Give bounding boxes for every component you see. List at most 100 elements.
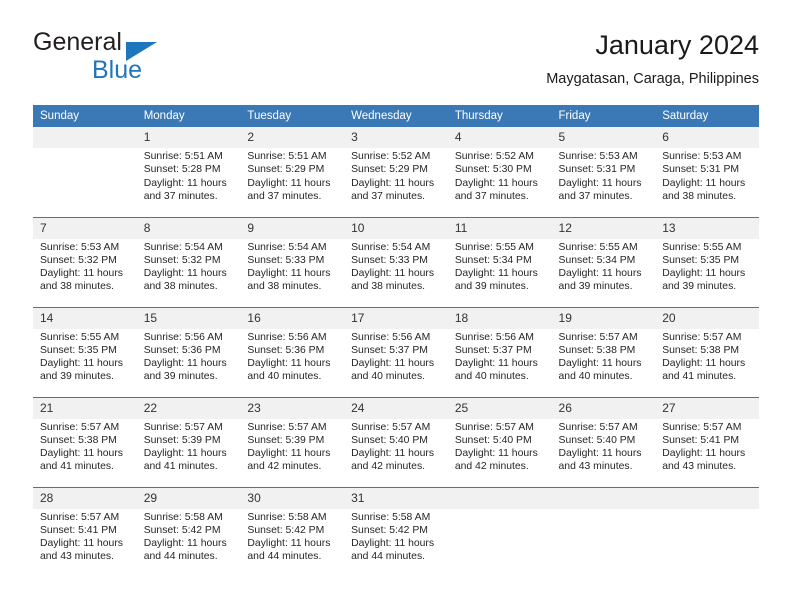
page-subtitle: Maygatasan, Caraga, Philippines (546, 71, 759, 87)
calendar-day-cell[interactable]: 11 Sunrise: 5:55 AM Sunset: 5:34 PM Dayligh… (447, 216, 552, 307)
day-number: 22 (136, 397, 241, 419)
calendar-body: 1 Sunrise: 5:51 AM Sunset: 5:28 PM Daylight… (33, 127, 759, 577)
calendar-day-cell[interactable]: 22 Sunrise: 5:57 AM Sunset: 5:39 PM Dayligh… (136, 396, 241, 487)
sunrise-text: Sunrise: 5:57 AM (247, 421, 327, 433)
calendar-day-cell[interactable]: 24 Sunrise: 5:57 AM Sunset: 5:40 PM Dayligh… (344, 396, 448, 487)
day-details: Sunrise: 5:54 AM Sunset: 5:33 PM Daylight:… (240, 239, 344, 294)
calendar-table: Sunday Monday Tuesday Wednesday Thursday… (33, 105, 759, 577)
calendar-day-cell[interactable]: 7 Sunrise: 5:53 AM Sunset: 5:32 PM Daylight… (33, 216, 137, 307)
calendar-day-cell[interactable]: 20 Sunrise: 5:57 AM Sunset: 5:38 PM Dayligh… (655, 306, 759, 397)
daylight-text: Daylight: 11 hours and 44 minutes. (143, 538, 227, 563)
calendar-day-cell-empty (551, 486, 656, 577)
calendar-day-cell[interactable]: 13 Sunrise: 5:55 AM Sunset: 5:35 PM Dayligh… (655, 216, 759, 307)
sunrise-text: Sunrise: 5:55 AM (662, 241, 742, 253)
calendar-day-cell[interactable]: 31 Sunrise: 5:58 AM Sunset: 5:42 PM Dayligh… (344, 486, 448, 577)
day-number: 17 (344, 307, 448, 329)
calendar-day-cell[interactable]: 19 Sunrise: 5:57 AM Sunset: 5:38 PM Dayligh… (551, 306, 656, 397)
sunset-text: Sunset: 5:34 PM (558, 254, 636, 266)
day-details: Sunrise: 5:53 AM Sunset: 5:31 PM Daylight:… (552, 148, 656, 203)
sunset-text: Sunset: 5:33 PM (351, 254, 428, 266)
day-number (551, 487, 656, 509)
weekday-header-tuesday: Tuesday (240, 105, 345, 127)
day-number: 19 (551, 307, 656, 329)
day-details: Sunrise: 5:58 AM Sunset: 5:42 PM Daylight:… (137, 509, 241, 564)
calendar-day-cell[interactable]: 9 Sunrise: 5:54 AM Sunset: 5:33 PM Daylight… (240, 216, 345, 307)
sunset-text: Sunset: 5:34 PM (454, 254, 532, 266)
calendar-day-cell[interactable]: 6 Sunrise: 5:53 AM Sunset: 5:31 PM Daylight… (655, 127, 759, 217)
day-details: Sunrise: 5:55 AM Sunset: 5:35 PM Daylight:… (655, 239, 759, 294)
day-details: Sunrise: 5:53 AM Sunset: 5:31 PM Daylight:… (655, 148, 759, 203)
page-header: General Blue January 2024 Maygatasan, Ca… (33, 28, 759, 98)
sunrise-text: Sunrise: 5:52 AM (454, 151, 534, 162)
weekday-header-sunday: Sunday (33, 105, 137, 127)
day-details: Sunrise: 5:57 AM Sunset: 5:40 PM Daylight:… (448, 419, 552, 474)
sunrise-text: Sunrise: 5:57 AM (143, 421, 223, 433)
calendar-day-cell[interactable]: 4 Sunrise: 5:52 AM Sunset: 5:30 PM Daylight… (447, 127, 552, 217)
calendar-day-cell[interactable]: 25 Sunrise: 5:57 AM Sunset: 5:40 PM Dayligh… (447, 396, 552, 487)
calendar-day-cell[interactable]: 23 Sunrise: 5:57 AM Sunset: 5:39 PM Dayligh… (240, 396, 345, 487)
day-details: Sunrise: 5:57 AM Sunset: 5:39 PM Daylight:… (240, 419, 344, 474)
day-number: 5 (551, 127, 656, 148)
daylight-text: Daylight: 11 hours and 40 minutes. (351, 358, 435, 383)
calendar-day-cell[interactable]: 29 Sunrise: 5:58 AM Sunset: 5:42 PM Dayligh… (136, 486, 241, 577)
day-number: 3 (344, 127, 448, 148)
day-number: 29 (136, 487, 241, 509)
sunrise-text: Sunrise: 5:52 AM (351, 151, 431, 162)
sunset-text: Sunset: 5:35 PM (40, 344, 117, 356)
sunset-text: Sunset: 5:36 PM (247, 344, 325, 356)
sunset-text: Sunset: 5:42 PM (143, 524, 221, 536)
day-number: 31 (344, 487, 448, 509)
day-number: 16 (240, 307, 345, 329)
daylight-text: Daylight: 11 hours and 41 minutes. (143, 448, 227, 473)
calendar-day-cell[interactable]: 5 Sunrise: 5:53 AM Sunset: 5:31 PM Daylight… (551, 127, 656, 217)
sunrise-text: Sunrise: 5:51 AM (247, 151, 327, 162)
day-details: Sunrise: 5:57 AM Sunset: 5:41 PM Daylight:… (655, 419, 759, 474)
calendar-day-cell[interactable]: 14 Sunrise: 5:55 AM Sunset: 5:35 PM Dayligh… (33, 306, 137, 397)
calendar-day-cell[interactable]: 26 Sunrise: 5:57 AM Sunset: 5:40 PM Dayligh… (551, 396, 656, 487)
day-number: 24 (344, 397, 448, 419)
sunrise-text: Sunrise: 5:57 AM (40, 421, 120, 433)
calendar-day-cell[interactable]: 30 Sunrise: 5:58 AM Sunset: 5:42 PM Dayligh… (240, 486, 345, 577)
day-details: Sunrise: 5:55 AM Sunset: 5:35 PM Daylight:… (33, 329, 137, 384)
daylight-text: Daylight: 11 hours and 38 minutes. (143, 268, 227, 293)
daylight-text: Daylight: 11 hours and 41 minutes. (662, 358, 746, 383)
daylight-text: Daylight: 11 hours and 39 minutes. (143, 358, 227, 383)
daylight-text: Daylight: 11 hours and 43 minutes. (662, 448, 746, 473)
calendar-day-cell[interactable]: 12 Sunrise: 5:55 AM Sunset: 5:34 PM Dayligh… (551, 216, 656, 307)
calendar-day-cell[interactable]: 16 Sunrise: 5:56 AM Sunset: 5:36 PM Dayligh… (240, 306, 345, 397)
day-details: Sunrise: 5:55 AM Sunset: 5:34 PM Daylight:… (552, 239, 656, 294)
sunset-text: Sunset: 5:41 PM (662, 434, 740, 446)
weekday-header-saturday: Saturday (655, 105, 759, 127)
day-details: Sunrise: 5:54 AM Sunset: 5:33 PM Daylight:… (344, 239, 448, 294)
calendar-day-cell[interactable]: 2 Sunrise: 5:51 AM Sunset: 5:29 PM Daylight… (240, 127, 345, 217)
day-details: Sunrise: 5:58 AM Sunset: 5:42 PM Daylight:… (240, 509, 344, 564)
day-details: Sunrise: 5:54 AM Sunset: 5:32 PM Daylight:… (137, 239, 241, 294)
sunset-text: Sunset: 5:30 PM (454, 164, 532, 176)
calendar-day-cell[interactable]: 28 Sunrise: 5:57 AM Sunset: 5:41 PM Dayligh… (33, 486, 137, 577)
calendar-day-cell[interactable]: 17 Sunrise: 5:56 AM Sunset: 5:37 PM Dayligh… (344, 306, 448, 397)
daylight-text: Daylight: 11 hours and 39 minutes. (454, 268, 538, 293)
daylight-text: Daylight: 11 hours and 37 minutes. (247, 177, 331, 202)
calendar-day-cell[interactable]: 21 Sunrise: 5:57 AM Sunset: 5:38 PM Dayligh… (33, 396, 137, 487)
calendar-day-cell[interactable]: 27 Sunrise: 5:57 AM Sunset: 5:41 PM Dayligh… (655, 396, 759, 487)
day-number: 10 (344, 217, 448, 239)
day-number: 13 (655, 217, 759, 239)
sunset-text: Sunset: 5:40 PM (351, 434, 428, 446)
day-number: 21 (33, 397, 137, 419)
calendar-day-cell[interactable]: 10 Sunrise: 5:54 AM Sunset: 5:33 PM Dayligh… (344, 216, 448, 307)
day-number: 8 (136, 217, 241, 239)
sunset-text: Sunset: 5:29 PM (351, 164, 428, 176)
calendar-day-cell[interactable]: 3 Sunrise: 5:52 AM Sunset: 5:29 PM Daylight… (344, 127, 448, 217)
daylight-text: Daylight: 11 hours and 38 minutes. (662, 177, 746, 202)
sunrise-text: Sunrise: 5:57 AM (662, 421, 742, 433)
calendar-day-cell[interactable]: 1 Sunrise: 5:51 AM Sunset: 5:28 PM Daylight… (136, 127, 241, 217)
calendar-day-cell[interactable]: 15 Sunrise: 5:56 AM Sunset: 5:36 PM Dayligh… (136, 306, 241, 397)
daylight-text: Daylight: 11 hours and 42 minutes. (351, 448, 435, 473)
calendar-day-cell[interactable]: 18 Sunrise: 5:56 AM Sunset: 5:37 PM Dayligh… (447, 306, 552, 397)
day-number: 11 (447, 217, 552, 239)
sunset-text: Sunset: 5:39 PM (143, 434, 221, 446)
day-details: Sunrise: 5:56 AM Sunset: 5:36 PM Daylight:… (137, 329, 241, 384)
sunrise-text: Sunrise: 5:53 AM (558, 151, 638, 162)
sunrise-text: Sunrise: 5:54 AM (351, 241, 431, 253)
calendar-day-cell[interactable]: 8 Sunrise: 5:54 AM Sunset: 5:32 PM Daylight… (136, 216, 241, 307)
